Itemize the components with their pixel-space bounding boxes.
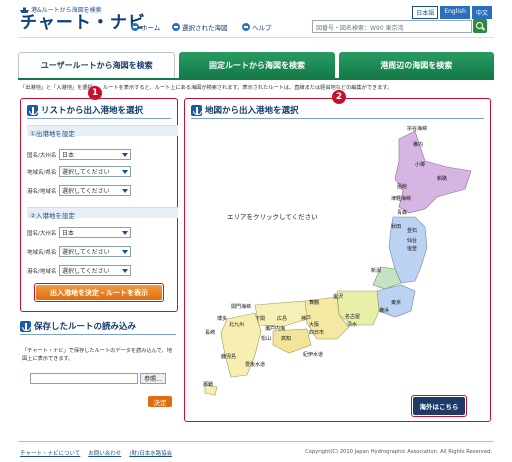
language-switcher: 日本語 English 中文 <box>412 6 492 19</box>
label-kitakyushu: 北九州 <box>229 322 245 328</box>
anchor-icon <box>20 320 31 332</box>
departure-country-row: 国名/大州名 日本 <box>27 149 131 160</box>
label-akita: 秋田 <box>391 224 402 230</box>
lang-english[interactable]: English <box>440 6 470 19</box>
label-kochi: 高知 <box>281 336 292 342</box>
arrival-port-row: 港名/地域名 選択してください <box>27 265 131 276</box>
copyright: Copyright(C) 2010 Japan Hydrographic Ass… <box>305 449 492 455</box>
show-route-button[interactable]: 出入港地を決定・ルートを表示 <box>34 283 164 302</box>
arrival-region-select[interactable]: 選択してください <box>59 246 131 257</box>
departure-region-select[interactable]: 選択してください <box>59 166 131 177</box>
footer-divider <box>18 441 494 442</box>
label-otaru: 小樽 <box>415 162 426 168</box>
departure-port-select[interactable]: 選択してください <box>59 185 131 196</box>
label-shimizu: 清水 <box>347 322 358 328</box>
arrival-country-row: 国名/大州名 日本 <box>27 227 131 238</box>
region-shikoku[interactable] <box>272 328 312 354</box>
footer-link-contact[interactable]: お問い合わせ <box>88 449 121 457</box>
label-kanazawa: 金沢 <box>333 294 344 300</box>
label-matsuyama: 松山 <box>261 336 272 342</box>
route-file-input[interactable] <box>30 373 138 384</box>
chart-icon <box>172 23 180 31</box>
nav-selected-charts[interactable]: 選択された海図 <box>172 22 228 32</box>
map-hint: エリアをクリックしてください <box>227 213 318 221</box>
saved-route-description: 「チャート・ナビ」で保存したルートのデータを読み込んで、地図上に表示できます。 <box>22 348 172 362</box>
label-kushiro: 釧路 <box>437 176 448 182</box>
home-icon <box>131 23 139 31</box>
departure-heading: ①出港地を設定 <box>27 125 178 138</box>
label-setonaikai: 瀬戸内海 <box>265 326 286 332</box>
japan-map[interactable] <box>189 119 489 413</box>
label-kamaishi: 釜石 <box>407 228 418 234</box>
map-panel-title: 地図から出入港地を選択 <box>191 104 299 116</box>
arrival-country-select[interactable]: 日本 <box>59 227 131 238</box>
help-icon <box>242 23 250 31</box>
label-hakata: 博多 <box>217 316 228 322</box>
footer-link-association[interactable]: (財)日本水路協会 <box>129 449 172 457</box>
label-hakodate: 函館 <box>397 184 408 190</box>
ship-icon <box>20 7 29 13</box>
lang-japanese[interactable]: 日本語 <box>412 6 439 19</box>
tab-underline <box>18 78 494 80</box>
label-soya: 宗谷海峡 <box>407 126 428 132</box>
label-sendai: 仙台 <box>407 238 418 244</box>
load-decide-button[interactable]: 決定 <box>148 396 172 407</box>
list-panel-rule <box>27 118 171 119</box>
search-input[interactable]: 図番号・図名検索：W90 東京湾 <box>312 20 472 33</box>
departure-country-select[interactable]: 日本 <box>59 149 131 160</box>
arrival-heading: ②入港地を設定 <box>27 207 178 220</box>
label-wakkanai: 稚内 <box>413 142 424 148</box>
list-panel-title: リストから出入港地を選択 <box>27 104 143 116</box>
arrival-region-row: 地域名/県名 選択してください <box>27 246 131 257</box>
site-logo[interactable]: チャート・ナビ <box>20 14 146 32</box>
label-shiogama: 塩釜 <box>407 246 418 252</box>
footer-link-about[interactable]: チャート・ナビについて <box>20 449 80 457</box>
label-maizuru: 舞鶴 <box>309 300 320 306</box>
label-bungo: 豊後水道 <box>245 362 266 368</box>
tab-user-route[interactable]: ユーザールートから海図を検索 <box>18 52 176 78</box>
tab-port-area[interactable]: 港周辺の海図を検索 <box>338 52 494 78</box>
search-icon[interactable] <box>473 19 487 33</box>
saved-route-rule <box>20 334 176 335</box>
label-aomori: 青森 <box>397 210 408 216</box>
step-badge-2: 2 <box>332 90 346 104</box>
label-tokyo: 東京 <box>391 300 402 306</box>
departure-region-row: 地域名/県名 選択してください <box>27 166 131 177</box>
nav-help[interactable]: ヘルプ <box>242 22 272 32</box>
label-naha: 那覇 <box>203 382 214 388</box>
header-divider <box>18 37 494 38</box>
saved-route-title: 保存したルートの読み込み <box>20 320 136 332</box>
list-select-panel: リストから出入港地を選択 ①出港地を設定 国名/大州名 日本 地域名/県名 選択して… <box>20 98 178 312</box>
label-osaka: 大阪 <box>309 322 320 328</box>
label-kagoshima: 鹿児島 <box>221 354 237 360</box>
page: 港&ルートから海図を検索 チャート・ナビ ホーム 選択された海図 ヘルプ 日本語… <box>0 0 512 462</box>
label-hiroshima: 広島 <box>277 316 288 322</box>
label-niigata: 新潟 <box>371 268 382 274</box>
overseas-button[interactable]: 海外はこちら <box>411 395 467 417</box>
tab-fixed-route[interactable]: 固定ルートから海図を検索 <box>179 52 335 78</box>
label-tsugaru: 津軽海峡 <box>391 196 412 202</box>
lang-chinese[interactable]: 中文 <box>471 6 492 19</box>
nav-home[interactable]: ホーム <box>131 22 160 32</box>
browse-button[interactable]: 参照... <box>140 373 166 384</box>
label-nagasaki: 長崎 <box>205 330 216 336</box>
departure-port-row: 港名/地域名 選択してください <box>27 185 131 196</box>
label-yokohama: 横浜 <box>379 308 390 314</box>
anchor-icon <box>191 104 202 116</box>
label-shimonoseki: 下関 <box>255 316 266 322</box>
arrival-port-select[interactable]: 選択してください <box>59 265 131 276</box>
anchor-icon <box>27 104 38 116</box>
region-chugoku[interactable] <box>254 300 308 328</box>
map-select-panel: 地図から出入港地を選択 エリアをクリックしてください 宗谷海峡 稚内 小樽 釧路… <box>184 98 491 422</box>
label-yokkaichi: 四日市 <box>309 330 325 336</box>
search-tabs: ユーザールートから海図を検索 固定ルートから海図を検索 港周辺の海図を検索 <box>18 52 494 78</box>
label-nagoya: 名古屋 <box>345 314 361 320</box>
label-kii: 紀伊水道 <box>303 352 324 358</box>
step-badge-1: 1 <box>88 86 102 100</box>
footer-links: チャート・ナビについて お問い合わせ (財)日本水路協会 <box>20 449 172 457</box>
label-kanmon: 関門海峡 <box>231 304 252 310</box>
